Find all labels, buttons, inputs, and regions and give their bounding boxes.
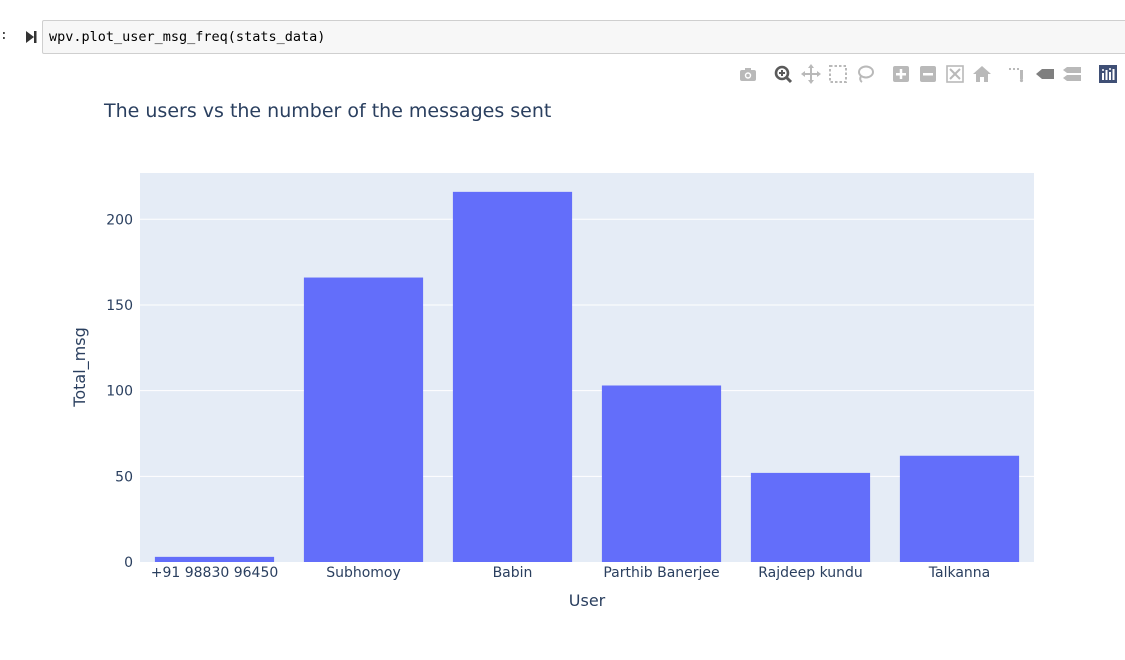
bar[interactable] <box>452 191 573 562</box>
x-tick-label: Subhomoy <box>326 565 401 581</box>
x-axis-title: User <box>569 591 606 610</box>
y-tick-label: 50 <box>115 469 133 485</box>
bar[interactable] <box>601 385 722 562</box>
bar[interactable] <box>303 277 424 562</box>
y-tick-label: 200 <box>106 212 133 228</box>
y-tick-label: 100 <box>106 384 133 400</box>
x-tick-label: +91 98830 96450 <box>151 565 279 581</box>
x-tick-label: Parthib Banerjee <box>603 565 719 581</box>
y-axis-title: Total_msg <box>70 327 90 407</box>
y-tick-label: 0 <box>124 555 133 571</box>
bar[interactable] <box>899 455 1020 562</box>
bar[interactable] <box>750 472 871 562</box>
x-tick-label: Babin <box>493 565 533 581</box>
bar[interactable] <box>154 556 275 562</box>
y-tick-label: 150 <box>106 298 133 314</box>
x-tick-label: Rajdeep kundu <box>758 565 863 581</box>
x-tick-label: Talkanna <box>928 565 990 581</box>
chart-title: The users vs the number of the messages … <box>103 100 551 122</box>
bar-chart: The users vs the number of the messages … <box>70 100 1034 610</box>
